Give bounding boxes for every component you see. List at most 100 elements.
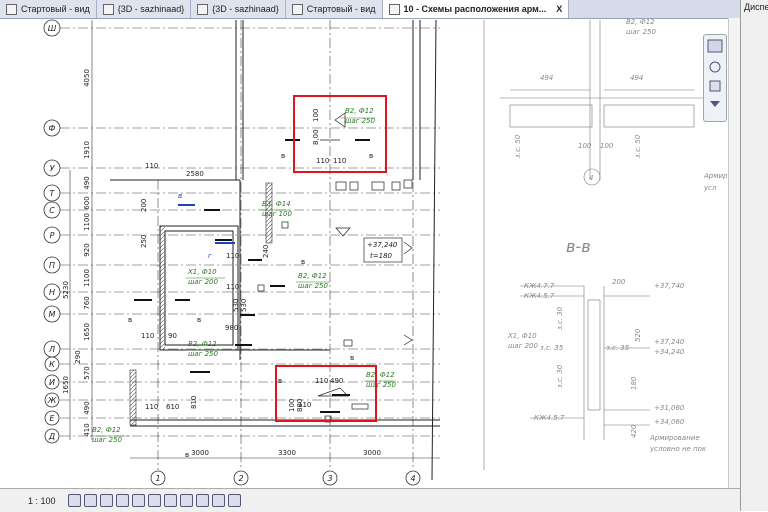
section-mark: в bbox=[278, 377, 282, 385]
close-tab-icon[interactable]: X bbox=[556, 4, 562, 14]
section-title: в-в bbox=[566, 237, 591, 256]
dim-text: 110 bbox=[141, 332, 154, 340]
dim-text: 110 bbox=[145, 162, 158, 170]
detail-note: усл bbox=[703, 184, 717, 192]
dim-bottom: 3300 bbox=[278, 449, 296, 457]
temporary-hide-icon[interactable] bbox=[164, 494, 177, 507]
navigation-bar[interactable] bbox=[703, 34, 727, 122]
view-controls bbox=[68, 494, 241, 507]
dim-bottom: 3000 bbox=[191, 449, 209, 457]
axis-row-label: С bbox=[49, 206, 55, 215]
axis-row-label: Р bbox=[50, 231, 55, 240]
section-mark-blue: г bbox=[208, 252, 212, 260]
view-control-bar: 1 : 100 bbox=[0, 488, 740, 512]
dim-text: 2580 bbox=[186, 170, 204, 178]
detail-dim: 494 bbox=[630, 74, 643, 82]
axis-row-label: Н bbox=[49, 288, 55, 297]
detail-level-icon[interactable] bbox=[68, 494, 81, 507]
dim-left: 4050 bbox=[83, 69, 91, 87]
detail-dim: 100 bbox=[600, 142, 614, 150]
dim-left: 1100 bbox=[83, 269, 91, 287]
sun-path-icon[interactable] bbox=[100, 494, 113, 507]
section-mark: в bbox=[369, 152, 373, 160]
detail-elevation: +34,240 bbox=[654, 348, 685, 356]
section-mark: в bbox=[281, 152, 285, 160]
dim-text: 880 bbox=[296, 399, 304, 412]
dim-left: 1650 bbox=[62, 376, 70, 394]
view-scale[interactable]: 1 : 100 bbox=[28, 496, 68, 506]
dim-text: 90 bbox=[168, 332, 177, 340]
tab-start-view-1[interactable]: Стартовый - вид bbox=[0, 0, 97, 18]
detail-dim: 180 bbox=[630, 376, 638, 390]
crop-view-icon[interactable] bbox=[132, 494, 145, 507]
dim-bottom: 3000 bbox=[363, 449, 381, 457]
section-mark: в bbox=[185, 451, 189, 459]
detail-dim: з.с. 30 bbox=[556, 306, 564, 330]
detail-dim: 200 bbox=[612, 278, 626, 286]
axis-row-label: Ж bbox=[47, 396, 57, 405]
dim-text: 530 bbox=[240, 299, 248, 312]
rebar-label: В3, Ф14 bbox=[262, 200, 291, 208]
dim-text: 100 bbox=[288, 399, 296, 412]
view-icon bbox=[6, 3, 17, 15]
rebar-step: шаг 100 bbox=[262, 210, 293, 218]
detail-dim: з.с. 50 bbox=[634, 134, 642, 158]
axis-row-label: П bbox=[49, 261, 55, 270]
tab-label: {3D - sazhinaad} bbox=[212, 4, 279, 14]
dim-text: 490 bbox=[330, 377, 343, 385]
detail-rebar-label: Х1, Ф10 bbox=[507, 332, 537, 340]
navigation-icons bbox=[707, 39, 723, 107]
shadows-icon[interactable] bbox=[116, 494, 129, 507]
detail-rebar-step: шаг 250 bbox=[626, 28, 657, 36]
rebar-step: шаг 250 bbox=[366, 381, 397, 389]
detail-dim: 520 bbox=[634, 328, 642, 342]
detail-dim: з.с. 50 bbox=[514, 134, 522, 158]
detail-axis: 4 bbox=[589, 174, 593, 182]
drawing-canvas[interactable]: Ш Ф У Т С Р П Н М Л К И Ж Е Д 4050 1910 … bbox=[0, 18, 728, 488]
rebar-label: В2, Ф12 bbox=[92, 426, 121, 434]
panel-title: Диспе bbox=[744, 2, 768, 12]
sheet-icon bbox=[388, 3, 400, 15]
axis-row-label: М bbox=[49, 310, 56, 319]
dim-left: 920 bbox=[83, 243, 91, 256]
dim-left: 1650 bbox=[83, 323, 91, 341]
tab-label: Стартовый - вид bbox=[21, 4, 90, 14]
axis-row-label: И bbox=[49, 378, 55, 387]
reveal-hidden-icon[interactable] bbox=[180, 494, 193, 507]
dim-text: 240 bbox=[262, 245, 270, 258]
rebar-step: шаг 200 bbox=[188, 278, 219, 286]
section-mark: в bbox=[197, 316, 201, 324]
tab-start-view-2[interactable]: Стартовый - вид bbox=[285, 0, 383, 18]
detail-elevation: +34,060 bbox=[654, 418, 685, 426]
dim-left: 290 bbox=[74, 350, 82, 363]
tab-3d-view-1[interactable]: {3D - sazhinaad} bbox=[96, 0, 192, 18]
dim-left: 570 bbox=[83, 366, 91, 379]
dim-text: 110 bbox=[145, 403, 158, 411]
detail-dim: з.с. 30 bbox=[556, 364, 564, 388]
detail-dim: з.с. 35 bbox=[606, 344, 630, 352]
detail-rebar-step: шаг 200 bbox=[508, 342, 539, 350]
detail-elevation: +31,060 bbox=[654, 404, 685, 412]
dim-text: 610 bbox=[166, 403, 179, 411]
detail-mark: КЖ4.5.7 bbox=[524, 292, 555, 300]
dim-text: 530 bbox=[232, 299, 240, 312]
show-crop-icon[interactable] bbox=[148, 494, 161, 507]
dim-text: 200 bbox=[140, 199, 148, 212]
lock-view-icon[interactable] bbox=[196, 494, 209, 507]
dim-text: 110 bbox=[226, 283, 239, 291]
tab-3d-view-2[interactable]: {3D - sazhinaad} bbox=[191, 0, 286, 18]
axis-col-label: 4 bbox=[410, 474, 415, 483]
dim-text: 110 bbox=[226, 252, 239, 260]
view-icon bbox=[291, 3, 303, 15]
section-mark: в bbox=[350, 354, 354, 362]
tab-reinforcement-layout[interactable]: 10 - Схемы расположения арм... X bbox=[382, 0, 570, 18]
dim-text: 110 bbox=[315, 377, 328, 385]
analytical-icon[interactable] bbox=[212, 494, 225, 507]
detail-elevation: +37,240 bbox=[654, 338, 685, 346]
section-mark-blue: в bbox=[178, 192, 182, 200]
elevation-label: +37,240 bbox=[367, 241, 398, 249]
highlight-displacement-icon[interactable] bbox=[228, 494, 241, 507]
axis-col-label: 3 bbox=[327, 474, 332, 483]
detail-elevation: +37,740 bbox=[654, 282, 685, 290]
visual-style-icon[interactable] bbox=[84, 494, 97, 507]
